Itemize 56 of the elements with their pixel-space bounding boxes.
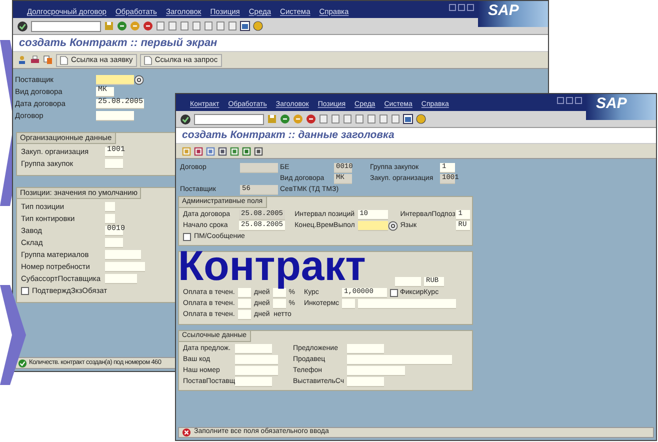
navigation-icon[interactable] (280, 114, 290, 124)
search-help-icon[interactable] (388, 221, 398, 231)
input-field[interactable] (235, 344, 272, 354)
screen-title: создать Контракт :: первый экран (19, 36, 218, 51)
checkbox[interactable] (390, 289, 398, 297)
save-icon[interactable] (104, 21, 114, 31)
input-field[interactable] (347, 377, 384, 387)
input-field[interactable] (235, 355, 278, 365)
input-field[interactable] (347, 355, 452, 365)
input-field[interactable] (96, 74, 134, 84)
input-field[interactable] (105, 262, 145, 272)
input-field[interactable] (235, 377, 272, 387)
copy-icon[interactable] (43, 55, 53, 65)
document-icon (60, 56, 68, 64)
save-icon[interactable] (267, 114, 277, 124)
input-field[interactable] (105, 274, 137, 284)
input-field[interactable] (238, 299, 251, 309)
input-field[interactable] (342, 299, 355, 309)
error-icon (182, 428, 191, 437)
check-icon[interactable] (17, 20, 28, 32)
command-field[interactable] (194, 114, 264, 124)
document-icon (144, 56, 152, 64)
input-field[interactable] (347, 344, 384, 354)
navigation-icon[interactable] (117, 21, 127, 31)
input-field[interactable] (105, 238, 123, 248)
person-icon[interactable] (17, 55, 27, 65)
window-icon[interactable] (403, 114, 413, 124)
input-field[interactable] (235, 366, 278, 376)
check-icon[interactable] (180, 114, 191, 124)
search-help-icon[interactable] (134, 74, 144, 84)
input-field[interactable] (105, 158, 123, 168)
input-field[interactable] (96, 110, 134, 120)
input-field[interactable] (358, 221, 388, 231)
command-field[interactable] (31, 20, 101, 32)
check-circle-icon (18, 358, 27, 368)
input-field[interactable] (395, 277, 421, 287)
slide-heading: Контракт (178, 243, 366, 289)
logo: SAP (478, 1, 548, 27)
checkbox[interactable] (183, 233, 191, 241)
input-field[interactable] (238, 310, 251, 320)
logo: SAP (586, 94, 656, 120)
window-icon[interactable] (240, 21, 250, 31)
navigation-icon[interactable] (306, 114, 316, 124)
input-field[interactable] (358, 299, 456, 309)
input-field[interactable] (347, 366, 405, 376)
checkbox[interactable] (21, 286, 29, 294)
navigation-icon[interactable] (293, 114, 303, 124)
input-field[interactable] (272, 299, 286, 309)
navigation-icon[interactable] (130, 21, 140, 31)
input-field[interactable] (272, 288, 286, 298)
screen-title: создать Контракт :: данные заголовка (182, 128, 394, 143)
input-field[interactable] (105, 250, 141, 260)
printer-icon[interactable] (30, 55, 40, 65)
input-field[interactable] (240, 163, 278, 173)
input-field[interactable] (238, 288, 251, 298)
navigation-icon[interactable] (143, 21, 153, 31)
